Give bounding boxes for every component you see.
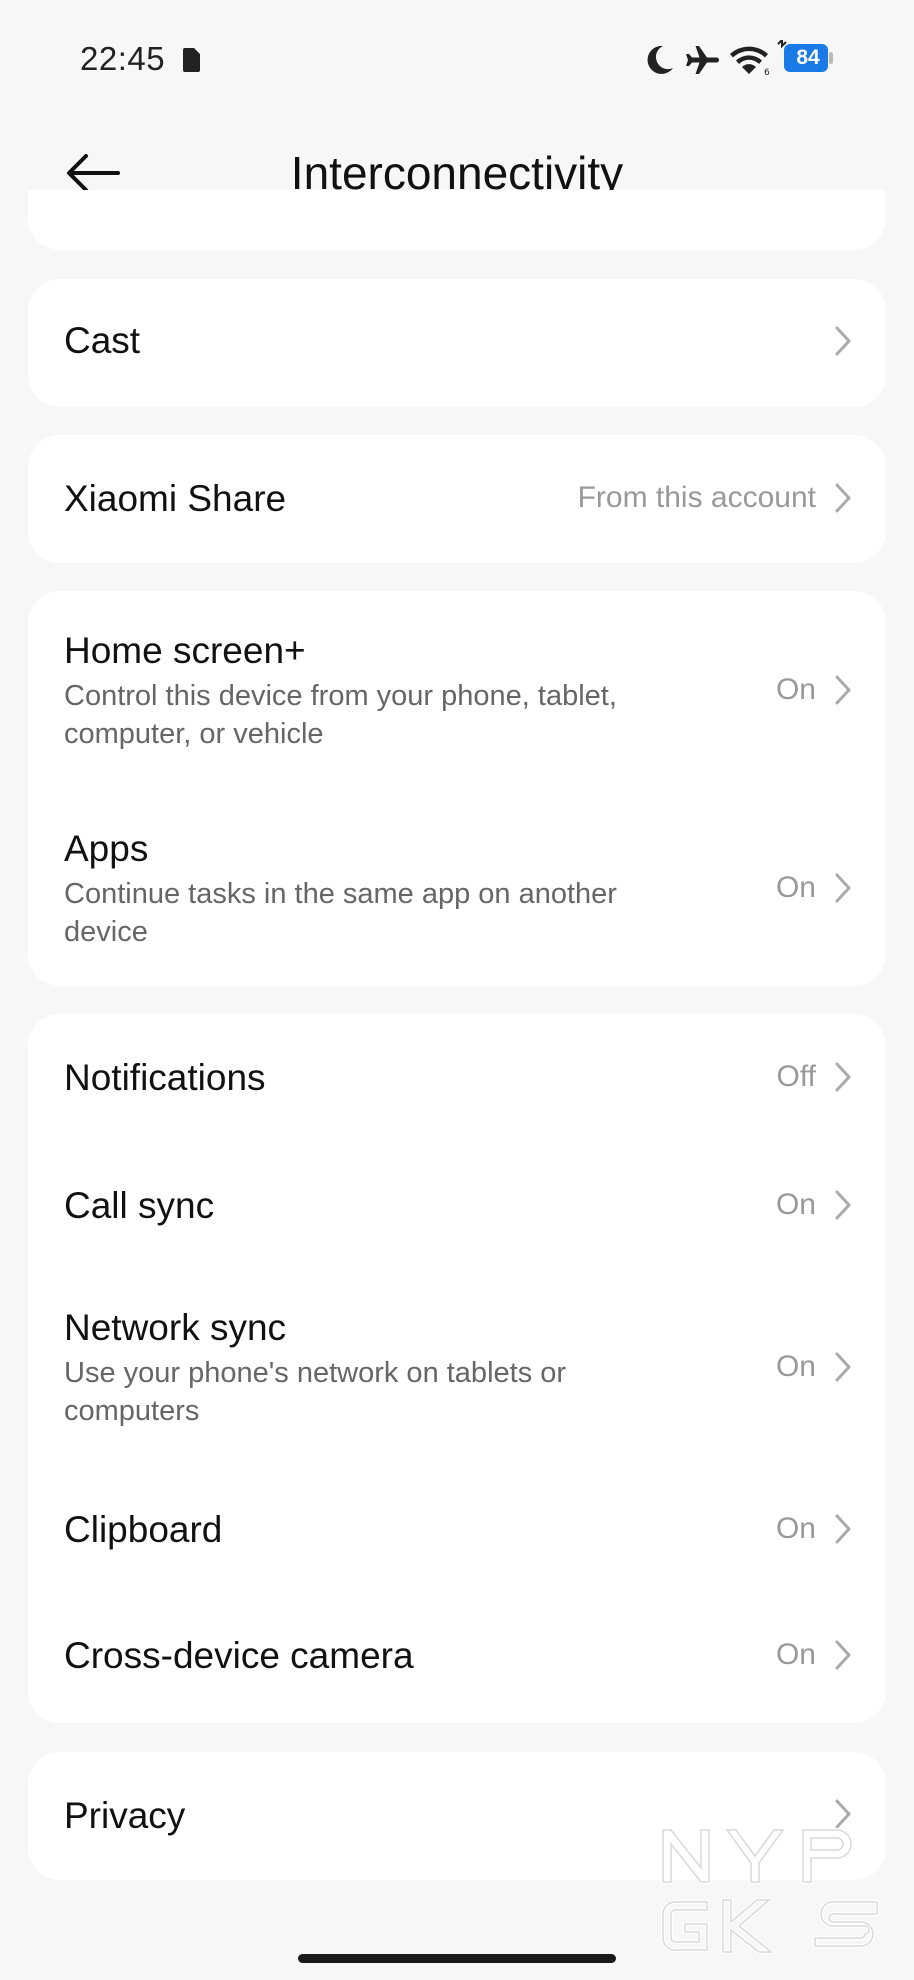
moon-icon (643, 44, 675, 81)
wifi-icon: 6 (728, 42, 772, 81)
cast-title: Cast (64, 320, 141, 361)
chevron-right-icon (835, 1352, 851, 1382)
screen: 22:45 6 84 Interconnectivity Cast Xiaomi… (0, 0, 914, 1980)
apps-subtitle-line1: Continue tasks in the same app on anothe… (64, 878, 617, 910)
apps-row[interactable]: Apps Continue tasks in the same app on a… (28, 787, 886, 986)
home-screen-value: On (775, 673, 816, 706)
home-screen-subtitle-line2: computer, or vehicle (64, 718, 324, 750)
chevron-right-icon (835, 1514, 851, 1544)
notifications-value: Off (776, 1060, 816, 1093)
chevron-right-icon (835, 1640, 851, 1670)
previous-card-edge (28, 190, 886, 250)
xiaomi-share-title: Xiaomi Share (64, 478, 287, 519)
notifications-title: Notifications (64, 1057, 266, 1098)
network-sync-title: Network sync (64, 1307, 287, 1348)
apps-value: On (775, 871, 816, 904)
network-sync-subtitle-line1: Use your phone's network on tablets or (64, 1357, 567, 1389)
chevron-right-icon (835, 326, 851, 356)
clipboard-row[interactable]: Clipboard On (28, 1466, 886, 1594)
clipboard-title: Clipboard (64, 1509, 223, 1550)
privacy-title: Privacy (64, 1795, 186, 1836)
apps-title: Apps (64, 828, 149, 869)
status-bar: 22:45 6 84 (0, 0, 914, 120)
clipboard-value: On (775, 1512, 816, 1545)
call-sync-title: Call sync (64, 1185, 215, 1226)
chevron-right-icon (835, 873, 851, 903)
chevron-right-icon (835, 1190, 851, 1220)
home-screen-subtitle-line1: Control this device from your phone, tab… (64, 680, 617, 712)
notifications-row[interactable]: Notifications Off (28, 1014, 886, 1142)
call-sync-row[interactable]: Call sync On (28, 1142, 886, 1270)
cross-device-camera-row[interactable]: Cross-device camera On (28, 1594, 886, 1723)
cast-row[interactable]: Cast (28, 279, 886, 407)
chevron-right-icon (835, 675, 851, 705)
xiaomi-share-value: From this account (577, 481, 816, 514)
network-sync-value: On (775, 1350, 816, 1383)
home-screen-row[interactable]: Home screen+ Control this device from yo… (28, 591, 886, 787)
watermark-logo (661, 1828, 879, 1954)
battery-level: 84 (796, 46, 820, 69)
cross-device-camera-value: On (775, 1638, 816, 1671)
network-sync-row[interactable]: Network sync Use your phone's network on… (28, 1270, 886, 1466)
airplane-icon (685, 44, 721, 81)
status-time: 22:45 (80, 40, 166, 77)
sync-card: Notifications Off Call sync On Network s… (28, 1014, 886, 1723)
cross-device-camera-title: Cross-device camera (64, 1635, 414, 1676)
network-sync-subtitle-line2: computers (64, 1395, 200, 1427)
home-indicator[interactable] (298, 1954, 616, 1963)
svg-text:6: 6 (764, 68, 770, 76)
cast-card: Cast (28, 279, 886, 407)
sim-card-icon (182, 48, 200, 77)
xiaomi-share-row[interactable]: Xiaomi Share From this account (28, 435, 886, 563)
chevron-right-icon (835, 483, 851, 513)
chevron-right-icon (835, 1062, 851, 1092)
call-sync-value: On (775, 1188, 816, 1221)
continuity-card: Home screen+ Control this device from yo… (28, 591, 886, 986)
xiaomi-share-card: Xiaomi Share From this account (28, 435, 886, 563)
home-screen-title: Home screen+ (64, 630, 306, 671)
apps-subtitle-line2: device (64, 916, 148, 948)
